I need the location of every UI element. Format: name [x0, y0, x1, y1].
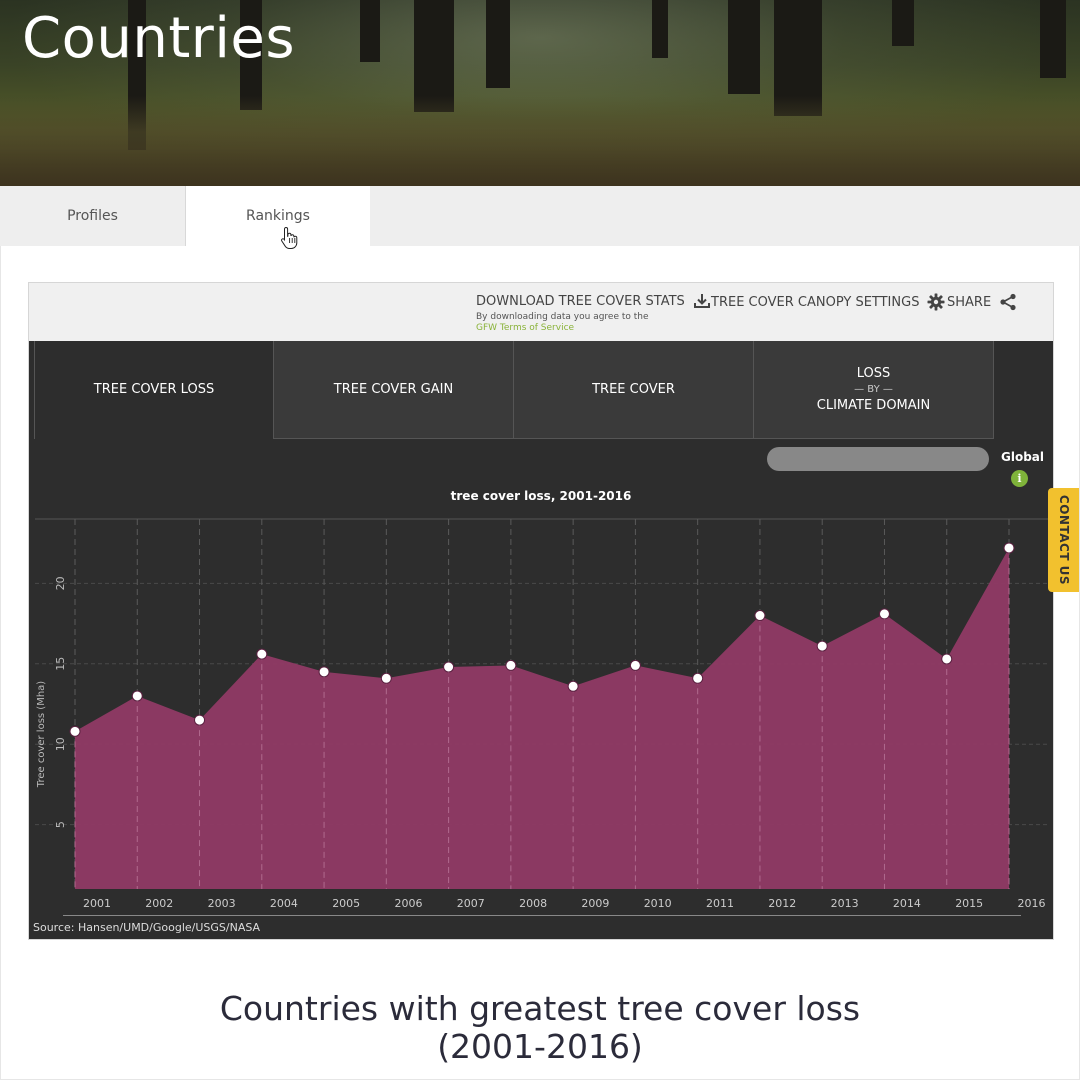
- data-point: [131, 690, 143, 702]
- tab-loss-line3: CLIMATE DOMAIN: [816, 397, 931, 413]
- page-tabs: Profiles Rankings: [0, 186, 1080, 246]
- data-point: [318, 666, 330, 678]
- data-point: [380, 672, 392, 684]
- data-point: [878, 608, 890, 620]
- tree-trunk: [728, 0, 760, 94]
- x-tick-label: 2015: [955, 897, 983, 910]
- tab-profiles[interactable]: Profiles: [0, 186, 186, 246]
- tab-rankings[interactable]: Rankings: [186, 186, 370, 246]
- terms-link[interactable]: GFW Terms of Service: [476, 323, 649, 334]
- data-point: [1003, 542, 1015, 554]
- canopy-settings-label: TREE COVER CANOPY SETTINGS: [711, 294, 920, 310]
- metric-tabs: TREE COVER LOSS TREE COVER GAIN TREE COV…: [34, 341, 995, 439]
- x-tick-label: 2012: [768, 897, 796, 910]
- x-tick-label: 2004: [270, 897, 298, 910]
- gear-icon: [927, 293, 945, 311]
- download-stats-label: DOWNLOAD TREE COVER STATS: [476, 293, 685, 309]
- caption-line2: (2001-2016): [437, 1027, 643, 1066]
- hero-banner: Countries: [0, 0, 1080, 186]
- x-tick-label: 2013: [831, 897, 859, 910]
- x-tick-label: 2007: [457, 897, 485, 910]
- x-tick-label: 2005: [332, 897, 360, 910]
- tab-tree-cover-loss-label: TREE COVER LOSS: [93, 382, 215, 397]
- data-point: [629, 659, 641, 671]
- share-label: SHARE: [947, 294, 992, 310]
- data-point: [69, 725, 81, 737]
- contact-us-button[interactable]: CONTACT US: [1048, 488, 1080, 592]
- data-point: [505, 659, 517, 671]
- x-tick-label: 2002: [145, 897, 173, 910]
- x-tick-label: 2006: [395, 897, 423, 910]
- x-tick-label: 2014: [893, 897, 921, 910]
- tab-tree-cover[interactable]: TREE COVER: [514, 341, 754, 439]
- x-tick-label: 2003: [208, 897, 236, 910]
- download-note-text: By downloading data you agree to the: [476, 312, 649, 322]
- share-button[interactable]: SHARE: [947, 293, 1017, 311]
- canopy-settings-button[interactable]: TREE COVER CANOPY SETTINGS: [711, 293, 945, 311]
- tab-rankings-label: Rankings: [246, 208, 310, 224]
- tab-tree-cover-loss[interactable]: TREE COVER LOSS: [34, 341, 274, 439]
- x-tick-label: 2008: [519, 897, 547, 910]
- download-note: By downloading data you agree to the GFW…: [476, 312, 649, 334]
- info-icon[interactable]: i: [1011, 470, 1028, 487]
- tab-loss-by-climate-domain[interactable]: LOSS — BY — CLIMATE DOMAIN: [754, 341, 994, 439]
- source-text: Source: Hansen/UMD/Google/USGS/NASA: [33, 921, 261, 934]
- x-tick-label: 2011: [706, 897, 734, 910]
- hero-ground: [0, 96, 1080, 186]
- x-tick-label: 2016: [1018, 897, 1046, 910]
- x-tick-label: 2010: [644, 897, 672, 910]
- y-tick-label: 15: [54, 657, 67, 671]
- tab-tree-cover-gain[interactable]: TREE COVER GAIN: [274, 341, 514, 439]
- y-tick-label: 5: [54, 821, 67, 828]
- data-point: [816, 640, 828, 652]
- caption-line1: Countries with greatest tree cover loss: [219, 989, 861, 1028]
- y-tick-label: 20: [54, 576, 67, 590]
- data-point: [256, 648, 268, 660]
- tree-cover-widget: DOWNLOAD TREE COVER STATS By downloading…: [28, 282, 1054, 940]
- data-point: [194, 714, 206, 726]
- tree-trunk: [360, 0, 380, 62]
- contact-us-label: CONTACT US: [1057, 494, 1071, 586]
- data-point: [941, 653, 953, 665]
- download-stats-button[interactable]: DOWNLOAD TREE COVER STATS: [476, 293, 711, 309]
- chart-title: tree cover loss, 2001-2016: [450, 489, 632, 503]
- tree-trunk: [892, 0, 914, 46]
- loss-area: [75, 547, 1009, 889]
- y-tick-label: 10: [54, 737, 67, 751]
- page-title: Countries: [22, 6, 296, 71]
- tree-trunk: [652, 0, 668, 58]
- tab-tree-cover-label: TREE COVER: [592, 381, 675, 397]
- caption: Countries with greatest tree cover loss …: [0, 990, 1080, 1066]
- tab-tree-cover-gain-label: TREE COVER GAIN: [333, 381, 454, 397]
- x-tick-label: 2009: [581, 897, 609, 910]
- tree-trunk: [1040, 0, 1066, 78]
- tree-trunk: [486, 0, 510, 88]
- x-tick-label: 2001: [83, 897, 111, 910]
- data-point: [754, 610, 766, 622]
- region-label: Global: [1001, 450, 1045, 464]
- download-icon: [693, 294, 710, 308]
- tab-loss-line2: — BY —: [854, 383, 893, 395]
- tab-profiles-label: Profiles: [67, 208, 118, 224]
- data-point: [692, 672, 704, 684]
- data-point: [567, 680, 579, 692]
- data-point: [443, 661, 455, 673]
- share-icon: [1000, 293, 1016, 311]
- hand-pointer-icon: [281, 226, 298, 249]
- source-divider: [63, 915, 1021, 916]
- y-axis-label: Tree cover loss (Mha): [36, 681, 47, 788]
- country-select[interactable]: [767, 447, 989, 471]
- tab-loss-line1: LOSS: [856, 365, 891, 381]
- tree-cover-loss-chart: 5 10 15 20 Tree cover loss (Mha) 2001 2002 2003…: [35, 518, 1049, 910]
